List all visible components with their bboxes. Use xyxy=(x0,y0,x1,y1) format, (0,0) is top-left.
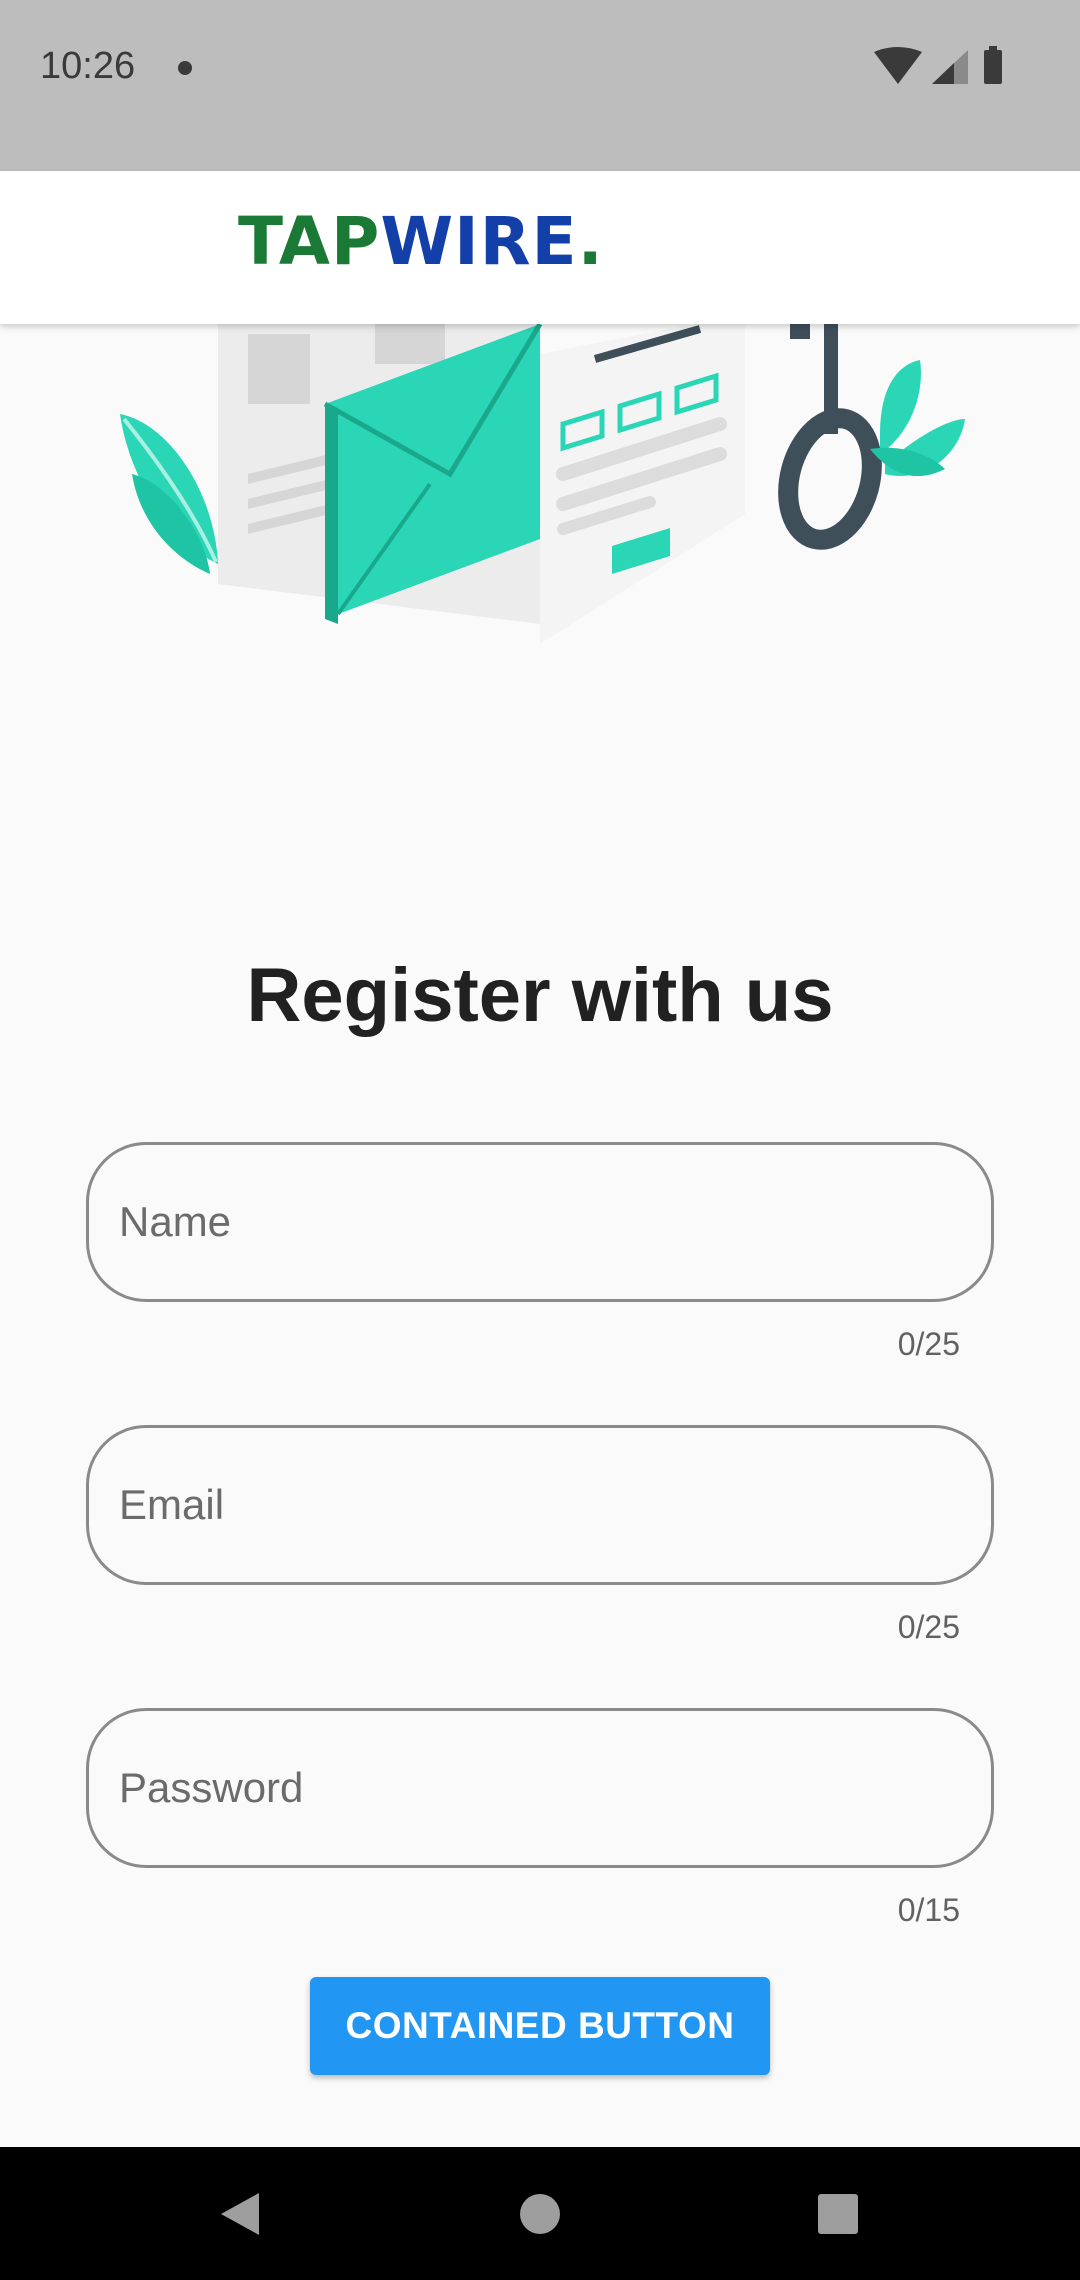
logo-tap-text: TAP xyxy=(238,203,381,280)
form-page-icon xyxy=(540,324,745,644)
logo-dot-text: . xyxy=(577,203,604,280)
home-icon xyxy=(520,2193,560,2234)
recents-icon xyxy=(818,2193,858,2234)
cellular-signal-icon xyxy=(932,50,968,84)
screen: 10:26 TAPWIRE. Register with us Name 0/2… xyxy=(0,0,1080,2280)
status-icons xyxy=(874,46,1002,84)
home-button[interactable] xyxy=(480,2147,600,2280)
email-field[interactable] xyxy=(86,1425,994,1585)
email-input[interactable] xyxy=(119,1428,959,1582)
logo-wire-text: WIRE xyxy=(380,203,578,280)
name-input[interactable] xyxy=(119,1145,959,1299)
contained-button[interactable]: CONTAINED BUTTON xyxy=(310,1977,770,2075)
recents-button[interactable] xyxy=(778,2147,898,2280)
password-char-counter: 0/15 xyxy=(897,1892,960,1928)
tapwire-logo: TAPWIRE. xyxy=(238,209,604,275)
notification-dot-icon xyxy=(178,61,192,75)
name-char-counter: 0/25 xyxy=(897,1326,960,1362)
battery-icon xyxy=(984,46,1002,84)
register-illustration xyxy=(120,324,965,644)
wifi-icon xyxy=(874,47,922,84)
email-char-counter: 0/25 xyxy=(897,1609,960,1645)
system-nav-bar xyxy=(0,2147,1080,2280)
page-title: Register with us xyxy=(246,953,834,1038)
leaf-right-icon xyxy=(870,360,965,477)
password-input[interactable] xyxy=(119,1711,959,1865)
name-field[interactable] xyxy=(86,1142,994,1302)
app-bar: TAPWIRE. xyxy=(0,171,1080,324)
status-bar: 10:26 xyxy=(0,0,1080,171)
status-time: 10:26 xyxy=(40,45,136,87)
password-field[interactable] xyxy=(86,1708,994,1868)
back-button[interactable] xyxy=(180,2147,300,2280)
leaf-left-icon xyxy=(120,414,218,574)
back-icon xyxy=(221,2192,259,2235)
key-icon xyxy=(778,324,882,550)
